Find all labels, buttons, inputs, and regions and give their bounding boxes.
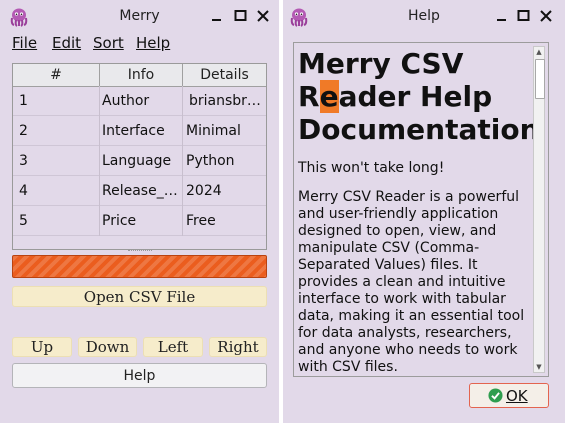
scroll-down-arrow-icon[interactable]: ▼ [534,362,544,372]
help-heading-line2: Reader Help [298,80,493,113]
main-titlebar[interactable]: Merry [0,0,279,33]
help-text-pane[interactable]: Merry CSV Reader Help Documentation This… [293,42,549,377]
row-number-cell: 1 [13,86,100,116]
row-info-cell: Price [100,206,183,236]
row-info-cell: Author [100,86,183,116]
row-number-cell: 5 [13,206,100,236]
data-table[interactable]: # Info Details 1 Author briansbr… 2 Inte… [12,63,267,250]
row-number-cell: 3 [13,146,100,176]
table-row[interactable]: 3 Language Python [13,146,266,176]
table-resize-grip[interactable] [128,250,152,254]
help-body: Merry CSV Reader is a powerful and user-… [298,189,525,375]
help-heading: Merry CSV Reader Help Documentation [298,47,540,146]
up-button[interactable]: Up [12,337,72,357]
maximize-icon[interactable] [517,9,531,23]
column-header-details[interactable]: Details [183,64,266,86]
minimize-icon[interactable] [495,9,509,23]
row-details-cell: Minimal [186,123,241,139]
table-row[interactable]: 5 Price Free [13,206,266,236]
row-details-cell: Free [186,213,216,229]
row-info-cell: Interface [100,116,183,146]
minimize-icon[interactable] [210,9,224,23]
row-number-cell: 2 [13,116,100,146]
scroll-thumb[interactable] [535,59,545,99]
row-details-cell: Python [186,153,235,169]
table-row[interactable]: 1 Author briansbr… [13,86,266,116]
row-details-cell: briansbr… [189,93,261,109]
open-csv-button[interactable]: Open CSV File [12,286,267,307]
help-scrollbar[interactable]: ▲ ▼ [533,46,545,373]
menu-edit[interactable]: Edit [52,34,81,52]
right-button[interactable]: Right [209,337,267,357]
table-header: # Info Details [13,64,266,87]
ok-button[interactable]: OK [469,383,549,408]
column-header-info[interactable]: Info [100,64,183,86]
scroll-up-arrow-icon[interactable]: ▲ [534,47,544,57]
progress-bar [12,255,267,278]
close-icon[interactable] [256,9,270,23]
help-intro: This won't take long! [298,160,445,176]
row-number-cell: 4 [13,176,100,206]
row-details-cell: 2024 [186,183,222,199]
help-text-content: Merry CSV Reader Help Documentation This… [298,47,540,376]
ok-label: OK [506,387,528,405]
help-window: Help Merry CSV Reader Help Documentation… [283,0,565,423]
main-window: Merry File Edit Sort Help # Info Details… [0,0,279,423]
column-header-number[interactable]: # [13,64,100,86]
table-row[interactable]: 2 Interface Minimal [13,116,266,146]
close-icon[interactable] [539,9,553,23]
menu-help[interactable]: Help [136,34,170,52]
row-info-cell: Language [100,146,183,176]
text-cursor: e [319,80,339,113]
checkmark-icon [488,388,503,403]
menubar: File Edit Sort Help [4,33,274,55]
left-button[interactable]: Left [143,337,203,357]
help-heading-line3: Documentation [298,113,540,146]
help-titlebar[interactable]: Help [283,0,565,33]
maximize-icon[interactable] [234,9,248,23]
down-button[interactable]: Down [78,337,137,357]
menu-file[interactable]: File [12,34,37,52]
menu-sort[interactable]: Sort [93,34,124,52]
table-row[interactable]: 4 Release_… 2024 [13,176,266,206]
row-info-cell: Release_… [100,176,183,206]
help-heading-line1: Merry CSV [298,47,464,80]
help-button[interactable]: Help [12,363,267,388]
